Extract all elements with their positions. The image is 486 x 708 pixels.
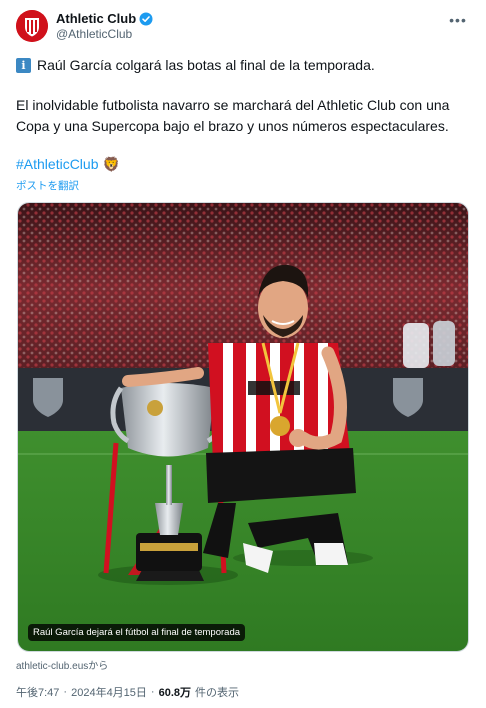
views-label: 件の表示 (195, 687, 240, 699)
athletic-club-crest-icon[interactable] (16, 10, 48, 42)
lion-emoji-icon: 🦁 (102, 156, 120, 172)
meta-separator: · (63, 686, 68, 698)
tweet-photo[interactable]: Raúl García dejará el fútbol al final de… (17, 202, 469, 652)
account-handle[interactable]: @AthleticClub (56, 27, 153, 42)
hashtag-link[interactable]: #AthleticClub (16, 154, 99, 175)
display-name-row[interactable]: Athletic Club (56, 11, 153, 27)
tweet-meta: 午後7:47 · 2024年4月15日 · 60.8万 件の表示 (16, 684, 239, 700)
post-time[interactable]: 午後7:47 (16, 684, 59, 700)
photo-caption: Raúl García dejará el fútbol al final de… (28, 624, 246, 641)
link-source[interactable]: athletic-club.eusから (16, 657, 108, 672)
hashtag-line: #AthleticClub 🦁 (16, 154, 472, 175)
tweet-header: Athletic Club @AthleticClub ••• (16, 10, 470, 44)
post-date[interactable]: 2024年4月15日 (71, 684, 147, 700)
translate-post-link[interactable]: ポストを翻訳 (16, 178, 79, 193)
tweet-headline: Raúl García colgará las botas al final d… (37, 57, 375, 73)
display-name[interactable]: Athletic Club (56, 11, 136, 27)
more-options-icon[interactable]: ••• (448, 10, 468, 30)
verified-badge-icon (139, 12, 153, 26)
views-count: 60.8万 (158, 687, 192, 699)
player-with-trophy-image (18, 203, 468, 651)
tweet-paragraph: El inolvidable futbolista navarro se mar… (16, 97, 450, 134)
info-icon: i (16, 58, 31, 73)
tweet-line-1: i Raúl García colgará las botas al final… (16, 55, 472, 76)
meta-separator-2: · (150, 686, 155, 698)
